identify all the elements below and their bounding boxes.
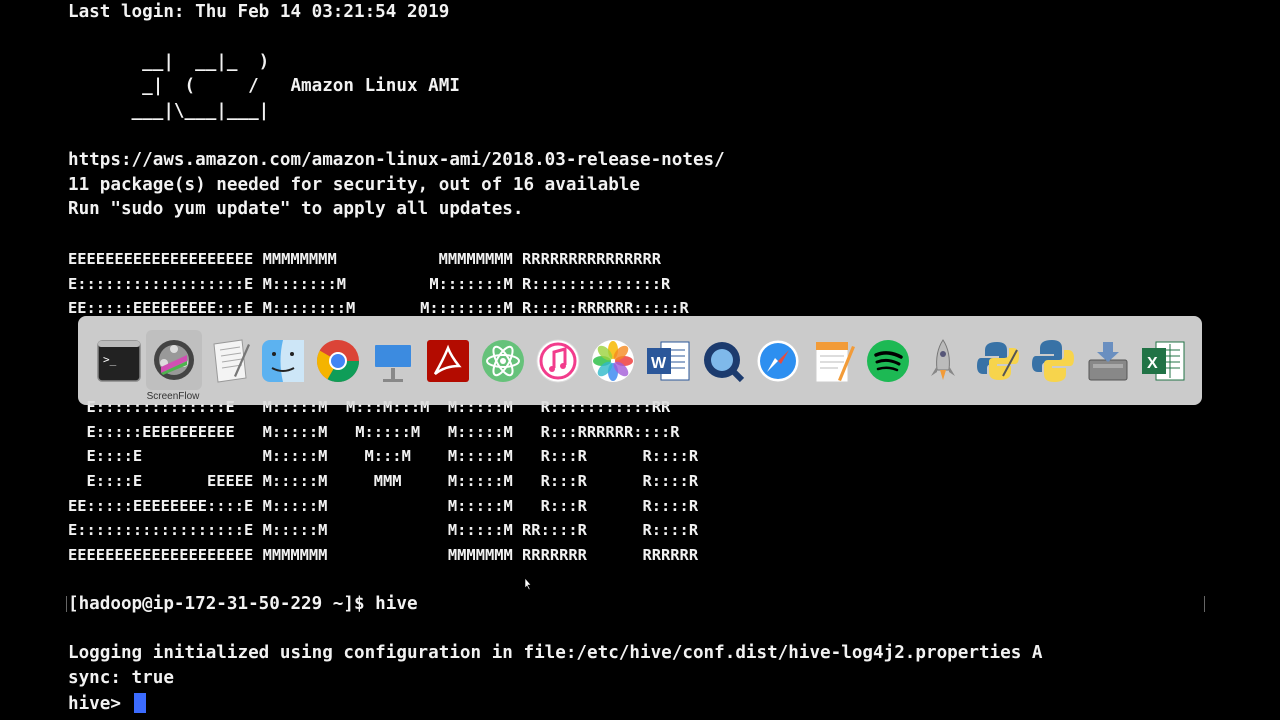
emr-banner-line: E::::::::::::::::::E M:::::M M:::::M RR:… bbox=[68, 521, 699, 539]
keynote-icon[interactable] bbox=[368, 336, 418, 386]
atom-icon[interactable] bbox=[478, 336, 528, 386]
ami-ascii-art: __| __|_ ) bbox=[68, 52, 270, 72]
screenflow-icon[interactable] bbox=[146, 330, 202, 390]
emr-banner-line: E::::E EEEEE M:::::M MMM M:::::M R:::R R… bbox=[68, 472, 699, 490]
itunes-icon[interactable] bbox=[533, 336, 583, 386]
finder-icon[interactable] bbox=[258, 336, 308, 386]
ami-ascii-art: ___|\___|___| bbox=[68, 101, 270, 121]
update-message: Run "sudo yum update" to apply all updat… bbox=[68, 199, 524, 219]
text-cursor bbox=[133, 693, 146, 713]
chrome-icon[interactable] bbox=[313, 336, 363, 386]
python-launcher-icon[interactable] bbox=[973, 336, 1023, 386]
mouse-pointer-icon bbox=[524, 578, 532, 591]
emr-banner-line: EEEEEEEEEEEEEEEEEEEE MMMMMMMM MMMMMMMM R… bbox=[68, 250, 662, 268]
acrobat-icon[interactable] bbox=[423, 336, 473, 386]
archive-utility-icon[interactable] bbox=[1083, 336, 1133, 386]
svg-text:X: X bbox=[1147, 355, 1158, 372]
emr-banner-line: EE:::::EEEEEEEE::::E M:::::M M:::::M R::… bbox=[68, 497, 699, 515]
dock: >_ W X bbox=[78, 316, 1202, 405]
logging-message: Logging initialized using configuration … bbox=[68, 643, 1043, 663]
spotify-icon[interactable] bbox=[863, 336, 913, 386]
shell-prompt-command: [hadoop@ip-172-31-50-229 ~]$ hive bbox=[68, 594, 418, 614]
selection-mark bbox=[1204, 596, 1205, 612]
ami-ascii-art: _| ( / Amazon Linux AMI bbox=[68, 76, 460, 96]
safari-icon[interactable] bbox=[753, 336, 803, 386]
pages-icon[interactable] bbox=[808, 336, 858, 386]
photos-icon[interactable] bbox=[588, 336, 638, 386]
emr-banner-line: EE:::::EEEEEEEEE:::E M::::::::M M:::::::… bbox=[68, 299, 689, 317]
svg-text:W: W bbox=[651, 355, 667, 372]
emr-banner-line: EEEEEEEEEEEEEEEEEEEE MMMMMMM MMMMMMM RRR… bbox=[68, 546, 699, 564]
hive-prompt: hive> bbox=[68, 694, 132, 714]
textedit-icon[interactable] bbox=[204, 336, 254, 386]
dock-tooltip: ScreenFlow bbox=[146, 391, 200, 402]
selection-mark bbox=[66, 596, 67, 612]
quicktime-icon[interactable] bbox=[698, 336, 748, 386]
svg-text:>_: >_ bbox=[103, 353, 117, 366]
python-icon[interactable] bbox=[1028, 336, 1078, 386]
logging-message: sync: true bbox=[68, 668, 174, 688]
terminal-icon[interactable]: >_ bbox=[94, 336, 144, 386]
hive-prompt-line[interactable]: hive> bbox=[68, 693, 146, 714]
emr-banner-line: E::::::::::::::::::E M:::::::M M:::::::M… bbox=[68, 275, 671, 293]
rocket-icon[interactable] bbox=[918, 336, 968, 386]
excel-icon[interactable]: X bbox=[1138, 336, 1188, 386]
security-message: 11 package(s) needed for security, out o… bbox=[68, 175, 640, 195]
word-icon[interactable]: W bbox=[643, 336, 693, 386]
release-notes-url: https://aws.amazon.com/amazon-linux-ami/… bbox=[68, 150, 725, 170]
last-login-line: Last login: Thu Feb 14 03:21:54 2019 bbox=[68, 2, 450, 22]
emr-banner-line: E:::::EEEEEEEEEE M:::::M M:::::M M:::::M… bbox=[68, 423, 680, 441]
emr-banner-line: E::::E M:::::M M:::M M:::::M R:::R R::::… bbox=[68, 447, 699, 465]
